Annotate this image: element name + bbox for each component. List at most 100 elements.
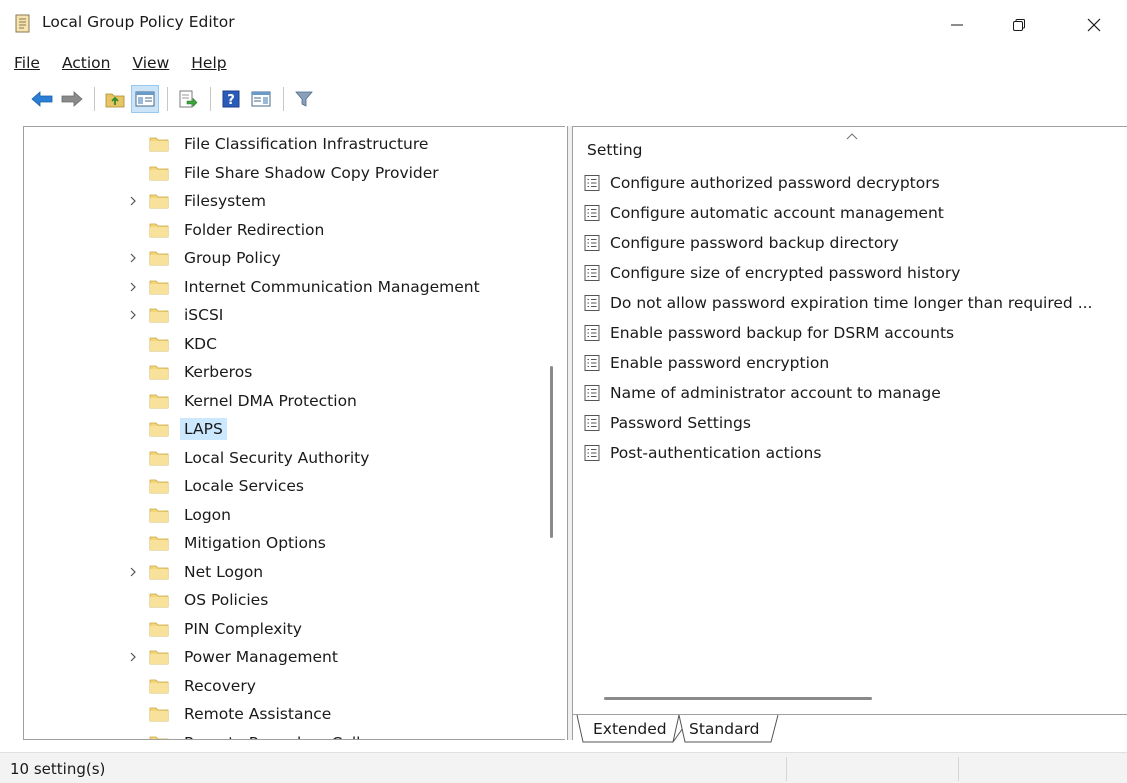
folder-icon <box>149 564 169 580</box>
setting-label: Enable password encryption <box>610 354 830 372</box>
folder-icon <box>149 136 169 152</box>
tree-item-label: LAPS <box>180 418 227 440</box>
restore-icon <box>1013 19 1025 31</box>
setting-row[interactable]: Name of administrator account to manage <box>583 379 941 407</box>
forward-button[interactable] <box>58 85 86 113</box>
close-button[interactable] <box>1071 8 1117 42</box>
minimize-icon <box>951 24 963 26</box>
menu-file-label: File <box>14 54 40 72</box>
tree-item[interactable]: Internet Communication Management <box>24 273 564 301</box>
policy-setting-icon <box>583 324 601 342</box>
setting-column-header[interactable]: Setting <box>587 141 643 159</box>
tree-item-label: Recovery <box>184 676 256 695</box>
settings-pane[interactable]: Setting Configure authorized password de… <box>573 126 1127 716</box>
folder-icon <box>149 507 169 523</box>
policy-setting-icon <box>583 234 601 252</box>
setting-row[interactable]: Configure automatic account management <box>583 199 944 227</box>
tree-item-label: Kerberos <box>184 363 253 381</box>
tree-item-label: OS Policies <box>184 591 269 609</box>
tree-item[interactable]: OS Policies <box>24 586 564 614</box>
folder-icon <box>149 478 169 494</box>
setting-row[interactable]: Password Settings <box>583 409 751 437</box>
status-setting-count: 10 setting(s) <box>10 760 106 778</box>
setting-label: Configure automatic account management <box>610 204 944 222</box>
tree-item[interactable]: Power Management <box>24 643 564 671</box>
tree-item[interactable]: PIN Complexity <box>24 615 564 643</box>
folder-icon <box>149 279 169 295</box>
tree-item[interactable]: LAPS <box>24 415 564 443</box>
tree-item[interactable]: Remote Assistance <box>24 700 564 728</box>
tree-item-label: Power Management <box>184 648 338 666</box>
title-bar: Local Group Policy Editor <box>0 0 1127 48</box>
help-icon: ? <box>222 90 240 108</box>
menu-file[interactable]: File <box>14 54 40 72</box>
setting-row[interactable]: Configure password backup directory <box>583 229 899 257</box>
group-policy-editor-window: Local Group Policy Editor File Action Vi… <box>0 0 1127 783</box>
tab-extended[interactable]: Extended <box>593 715 667 743</box>
help-button[interactable]: ? <box>217 85 245 113</box>
folder-icon <box>149 450 169 466</box>
show-hide-tree-button[interactable] <box>131 85 159 113</box>
tree-item[interactable]: Folder Redirection <box>24 216 564 244</box>
folder-icon <box>149 165 169 181</box>
expand-chevron-icon[interactable] <box>126 565 140 579</box>
settings-horizontal-scrollbar[interactable] <box>604 697 872 700</box>
tab-standard[interactable]: Standard <box>689 715 760 743</box>
menu-help[interactable]: Help <box>191 54 226 72</box>
restore-button[interactable] <box>996 8 1042 42</box>
tree-item[interactable]: Filesystem <box>24 187 564 215</box>
tree-item[interactable]: Recovery <box>24 672 564 700</box>
policy-setting-icon <box>583 264 601 282</box>
setting-row[interactable]: Configure authorized password decryptors <box>583 169 940 197</box>
policy-setting-icon <box>583 204 601 222</box>
gpedit-app-icon <box>14 14 32 34</box>
export-list-button[interactable] <box>174 85 202 113</box>
policy-setting-icon <box>583 414 601 432</box>
expand-chevron-icon[interactable] <box>126 251 140 265</box>
tree-item[interactable]: Remote Procedure Call <box>24 729 564 740</box>
tree-item[interactable]: Kernel DMA Protection <box>24 387 564 415</box>
tree-item-label: Folder Redirection <box>184 220 325 239</box>
setting-row[interactable]: Do not allow password expiration time lo… <box>583 289 1092 317</box>
tree-item-label: Locale Services <box>184 477 304 495</box>
tree-item[interactable]: iSCSI <box>24 301 564 329</box>
tree-item[interactable]: Group Policy <box>24 244 564 272</box>
tree-item[interactable]: File Share Shadow Copy Provider <box>24 159 564 187</box>
setting-label: Do not allow password expiration time lo… <box>610 294 1093 312</box>
tree-item[interactable]: File Classification Infrastructure <box>24 130 564 158</box>
expand-chevron-icon[interactable] <box>126 194 140 208</box>
setting-row[interactable]: Enable password encryption <box>583 349 829 377</box>
setting-label: Post-authentication actions <box>610 444 822 462</box>
tree-item[interactable]: Mitigation Options <box>24 529 564 557</box>
up-folder-button[interactable] <box>101 85 129 113</box>
filter-button[interactable] <box>290 85 318 113</box>
tree-item[interactable]: Locale Services <box>24 472 564 500</box>
tree-item[interactable]: Kerberos <box>24 358 564 386</box>
expand-chevron-icon[interactable] <box>126 308 140 322</box>
tree-item[interactable]: Local Security Authority <box>24 444 564 472</box>
setting-row[interactable]: Enable password backup for DSRM accounts <box>583 319 954 347</box>
folder-icon <box>149 621 169 637</box>
folder-icon <box>149 592 169 608</box>
expand-chevron-icon[interactable] <box>126 650 140 664</box>
toolbar-separator <box>283 87 284 111</box>
tree-item-label: Remote Procedure Call <box>184 734 360 740</box>
toolbar-separator <box>94 87 95 111</box>
setting-row[interactable]: Post-authentication actions <box>583 439 821 467</box>
menu-view[interactable]: View <box>132 54 169 72</box>
forward-icon <box>61 91 83 107</box>
tree-item[interactable]: Net Logon <box>24 558 564 586</box>
tree-vertical-scrollbar[interactable] <box>550 366 553 538</box>
show-hide-action-pane-button[interactable] <box>247 85 275 113</box>
back-button[interactable] <box>28 85 56 113</box>
menu-action[interactable]: Action <box>62 54 111 72</box>
back-icon <box>31 91 53 107</box>
setting-row[interactable]: Configure size of encrypted password his… <box>583 259 960 287</box>
minimize-button[interactable] <box>934 8 980 42</box>
tab-standard-label: Standard <box>689 720 760 738</box>
toolbar-separator <box>167 87 168 111</box>
tree-item[interactable]: KDC <box>24 330 564 358</box>
tree-item[interactable]: Logon <box>24 501 564 529</box>
tree-pane[interactable]: File Classification Infrastructure File S… <box>23 126 565 740</box>
expand-chevron-icon[interactable] <box>126 280 140 294</box>
